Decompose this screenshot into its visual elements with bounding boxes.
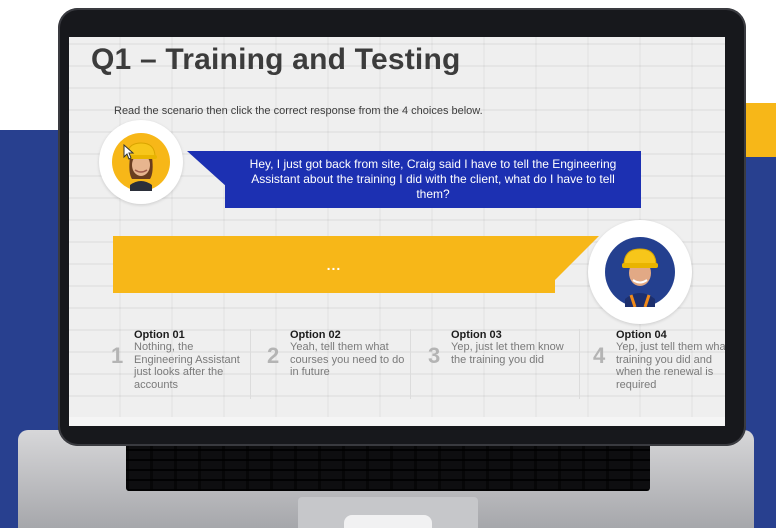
option-number: 2: [267, 343, 280, 368]
option-number: 4: [593, 343, 606, 368]
speaker-speech-bubble: Hey, I just got back from site, Craig sa…: [225, 151, 641, 208]
response-placeholder: ...: [326, 256, 342, 273]
option-card-1[interactable]: 1 Option 01 Nothing, the Engineering Ass…: [111, 329, 261, 399]
option-heading: Option 01: [134, 329, 185, 341]
option-heading: Option 04: [616, 329, 667, 341]
instruction-text: Read the scenario then click the correct…: [114, 105, 483, 117]
option-text: Yeah, tell them what courses you need to…: [290, 341, 405, 378]
speech-bubble-tail: [187, 151, 227, 187]
engineer-man-icon: [622, 248, 658, 307]
option-divider: [579, 329, 580, 399]
speaker-avatar: [99, 120, 183, 204]
response-speech-bubble: ...: [113, 236, 555, 293]
responder-avatar: [588, 220, 692, 324]
laptop-lid-notch: [344, 515, 432, 528]
option-text: Yep, just tell them what training you di…: [616, 341, 725, 391]
option-heading: Option 03: [451, 329, 502, 341]
option-number: 3: [428, 343, 441, 368]
option-text: Yep, just let them know the training you…: [451, 341, 564, 366]
page-title: Q1 – Training and Testing: [91, 43, 461, 76]
screen-bottom-strip: [69, 417, 725, 426]
option-text: Nothing, the Engineering Assistant just …: [134, 341, 240, 391]
option-number: 1: [111, 343, 124, 368]
option-card-2[interactable]: 2 Option 02 Yeah, tell them what courses…: [267, 329, 417, 399]
speaker-message: Hey, I just got back from site, Craig sa…: [249, 157, 617, 201]
engineer-woman-icon: [125, 142, 157, 191]
option-card-4[interactable]: 4 Option 04 Yep, just tell them what tra…: [593, 329, 725, 399]
option-divider: [410, 329, 411, 399]
laptop-screen: Q1 – Training and Testing Read the scena…: [69, 37, 725, 417]
option-heading: Option 02: [290, 329, 341, 341]
option-card-3[interactable]: 3 Option 03 Yep, just let them know the …: [428, 329, 578, 399]
laptop-keyboard: [126, 441, 650, 491]
option-divider: [250, 329, 251, 399]
mouse-cursor-icon: [123, 144, 135, 160]
